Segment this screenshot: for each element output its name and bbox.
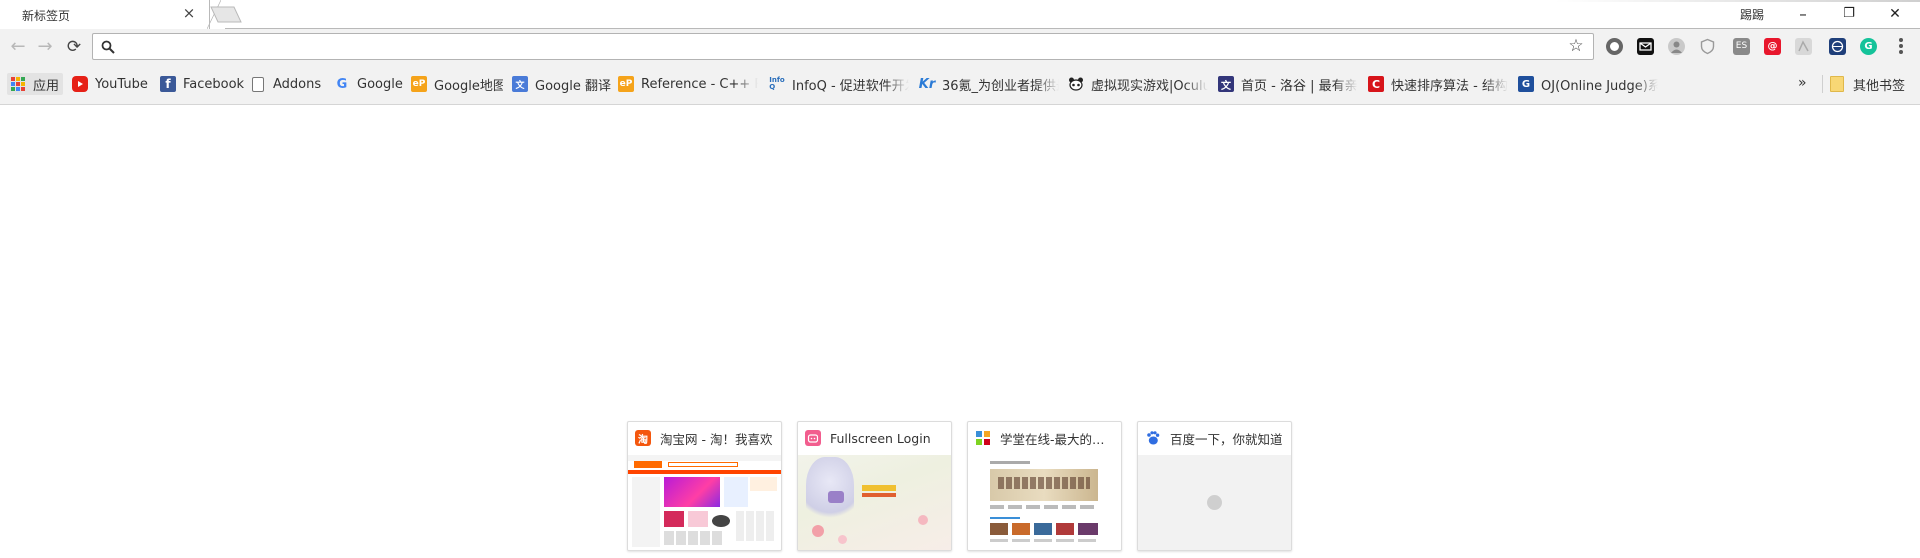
tile-header: 百度一下，你就知道 bbox=[1138, 422, 1291, 454]
grammarly-icon[interactable]: G bbox=[1860, 38, 1877, 55]
bookmark-google[interactable]: G Google bbox=[334, 73, 403, 95]
toolbar: ← → ⟳ ☆ ES @ G bbox=[0, 29, 1920, 64]
chrome-menu-icon[interactable] bbox=[1895, 37, 1907, 55]
new-tab-icon bbox=[210, 6, 242, 23]
bookmark-google-translate[interactable]: 文 Google 翻译 bbox=[512, 73, 611, 95]
bookmark-36kr[interactable]: Kr 36氪_为创业者提供最 bbox=[919, 73, 1059, 95]
bookmark-label: Google 翻译 bbox=[535, 78, 611, 94]
folder-icon bbox=[1830, 76, 1844, 92]
kr-icon: Kr bbox=[919, 76, 936, 92]
facebook-icon: f bbox=[160, 76, 176, 92]
profile-button[interactable]: 踢踢 bbox=[1740, 6, 1764, 23]
tile-header: Fullscreen Login bbox=[798, 422, 951, 454]
apps-button[interactable]: 应用 bbox=[7, 73, 64, 95]
tile-title: 学堂在线-最大的中文慕课平台 bbox=[1000, 431, 1116, 447]
s-icon[interactable]: ES bbox=[1733, 38, 1750, 55]
tab-strip: 新标签页 × 踢踢 – ❐ ✕ bbox=[0, 0, 1920, 29]
bookmark-label: Google bbox=[357, 76, 403, 92]
bookmarks-bar: 应用 YouTube f Facebook Addons G Google eP… bbox=[0, 64, 1920, 105]
pdf-icon[interactable] bbox=[1795, 38, 1812, 55]
tab-title: 新标签页 bbox=[22, 9, 71, 23]
shield-icon[interactable] bbox=[1699, 38, 1716, 55]
ep-icon: eP bbox=[618, 76, 634, 92]
bilibili-icon bbox=[805, 430, 821, 446]
c-icon: C bbox=[1368, 76, 1384, 92]
back-button[interactable]: ← bbox=[7, 36, 29, 58]
infoq-icon: Info Q bbox=[769, 76, 785, 91]
avatar-icon[interactable] bbox=[1668, 38, 1685, 55]
bookmark-label: 36氪_为创业者提供最 bbox=[942, 78, 1059, 94]
bookmark-label: InfoQ - 促进软件开发 bbox=[792, 78, 909, 94]
other-bookmarks-folder[interactable]: 其他书签 bbox=[1830, 73, 1905, 95]
bookmark-label: 快速排序算法 - 结构 bbox=[1391, 78, 1508, 94]
loading-dot-icon bbox=[1207, 495, 1222, 510]
ep-icon: eP bbox=[411, 76, 427, 92]
other-bookmarks-label: 其他书签 bbox=[1853, 78, 1906, 94]
bookmark-oculus[interactable]: 虚拟现实游戏|Oculus bbox=[1068, 73, 1208, 95]
tile-thumbnail bbox=[798, 455, 951, 550]
reload-button[interactable]: ⟳ bbox=[63, 36, 85, 58]
bookmarks-divider bbox=[1822, 75, 1823, 93]
search-icon bbox=[101, 40, 115, 54]
bookmark-addons[interactable]: Addons bbox=[252, 73, 321, 95]
bookmark-cpp-reference[interactable]: eP Reference - C++ Re bbox=[618, 73, 758, 95]
bookmark-quicksort[interactable]: C 快速排序算法 - 结构 bbox=[1368, 73, 1508, 95]
panda-icon bbox=[1068, 76, 1084, 92]
baidu-icon bbox=[1145, 430, 1161, 446]
tile-thumbnail bbox=[968, 455, 1121, 550]
most-visited-tile[interactable]: 学堂在线-最大的中文慕课平台 bbox=[967, 421, 1122, 551]
bookmark-online-judge[interactable]: G OJ(Online Judge)系 bbox=[1518, 73, 1658, 95]
bookmark-infoq[interactable]: Info Q InfoQ - 促进软件开发 bbox=[769, 73, 909, 95]
most-visited-tile[interactable]: 百度一下，你就知道 bbox=[1137, 421, 1292, 551]
bookmark-label: Google地图 bbox=[434, 78, 503, 94]
record-icon[interactable] bbox=[1606, 38, 1623, 55]
bookmark-label: 首页 - 洛谷 | 最有亲切 bbox=[1241, 78, 1358, 94]
luogu-icon: 文 bbox=[1218, 76, 1234, 92]
bookmark-label: Addons bbox=[273, 76, 322, 92]
omnibox[interactable]: ☆ bbox=[92, 33, 1594, 60]
taobao-icon: 淘 bbox=[635, 430, 651, 446]
tab-new-tab[interactable]: 新标签页 × bbox=[0, 0, 221, 29]
tile-title: 百度一下，你就知道 bbox=[1170, 431, 1283, 447]
bookmark-label: 虚拟现实游戏|Oculus bbox=[1091, 78, 1208, 94]
bookmark-youtube[interactable]: YouTube bbox=[72, 73, 148, 95]
restore-button[interactable]: ❐ bbox=[1839, 4, 1859, 24]
page-icon bbox=[252, 76, 264, 92]
oj-icon: G bbox=[1518, 76, 1534, 92]
most-visited-tile[interactable]: 淘 淘宝网 - 淘！我喜欢 bbox=[627, 421, 782, 551]
bookmark-label: Reference - C++ Re bbox=[641, 76, 758, 92]
bookmark-luogu[interactable]: 文 首页 - 洛谷 | 最有亲切 bbox=[1218, 73, 1358, 95]
translate-icon: 文 bbox=[512, 76, 528, 92]
apps-grid-icon bbox=[11, 77, 25, 91]
notes-icon[interactable]: @ bbox=[1764, 38, 1781, 55]
youtube-icon bbox=[72, 76, 88, 92]
apps-label: 应用 bbox=[33, 78, 60, 94]
more-bookmarks-icon[interactable]: » bbox=[1798, 75, 1807, 91]
address-input[interactable] bbox=[121, 37, 1561, 56]
tab-close-icon[interactable]: × bbox=[181, 6, 197, 22]
bookmark-label: OJ(Online Judge)系 bbox=[1541, 78, 1658, 94]
bookmark-facebook[interactable]: f Facebook bbox=[160, 73, 244, 95]
xuetang-icon bbox=[975, 430, 991, 446]
mail-icon[interactable] bbox=[1637, 38, 1654, 55]
tile-thumbnail bbox=[1138, 455, 1291, 550]
bookmark-label: YouTube bbox=[95, 76, 148, 92]
tile-title: 淘宝网 - 淘！我喜欢 bbox=[660, 431, 773, 447]
tile-title: Fullscreen Login bbox=[830, 430, 931, 446]
most-visited-tiles: 淘 淘宝网 - 淘！我喜欢 Fullscreen Login 学堂在线-最大的中… bbox=[627, 421, 1293, 551]
new-tab-button[interactable] bbox=[210, 6, 242, 23]
globe-icon[interactable] bbox=[1829, 38, 1846, 55]
bookmark-google-maps[interactable]: eP Google地图 bbox=[411, 73, 503, 95]
close-window-button[interactable]: ✕ bbox=[1885, 4, 1905, 24]
most-visited-tile[interactable]: Fullscreen Login bbox=[797, 421, 952, 551]
tile-header: 学堂在线-最大的中文慕课平台 bbox=[968, 422, 1121, 454]
forward-button[interactable]: → bbox=[34, 36, 56, 58]
tile-header: 淘 淘宝网 - 淘！我喜欢 bbox=[628, 422, 781, 454]
top-edge-shadow bbox=[1555, 0, 1920, 2]
tile-thumbnail bbox=[628, 455, 781, 550]
bookmark-star-icon[interactable]: ☆ bbox=[1567, 37, 1585, 55]
bookmark-label: Facebook bbox=[183, 76, 245, 92]
minimize-button[interactable]: – bbox=[1793, 4, 1813, 24]
google-icon: G bbox=[336, 76, 348, 92]
